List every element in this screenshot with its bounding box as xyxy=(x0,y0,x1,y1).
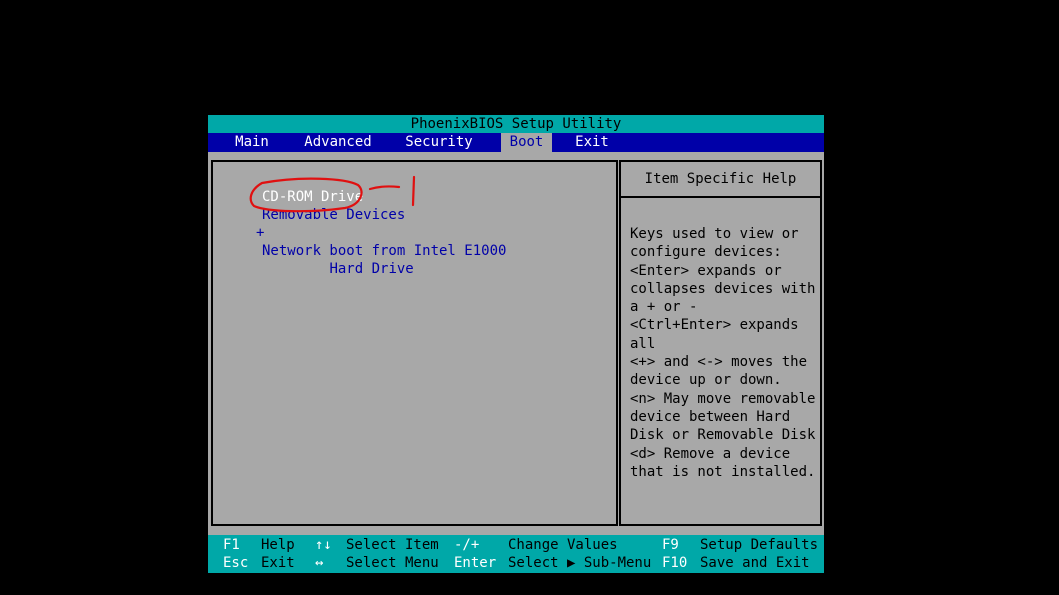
expand-marker: + xyxy=(256,225,265,241)
key-minus-plus: -/+ xyxy=(454,537,480,553)
hint-select-menu: Select Menu xyxy=(346,555,439,571)
help-panel: Item Specific Help Keys used to view or … xyxy=(619,160,822,526)
key-up-down: ↑↓ xyxy=(315,537,332,553)
boot-item-hard-drive[interactable]: + Hard Drive xyxy=(256,224,414,277)
hint-help: Help xyxy=(261,537,295,553)
hint-change-values: Change Values xyxy=(508,537,618,553)
tab-main[interactable]: Main xyxy=(230,133,274,152)
hint-save-and-exit: Save and Exit xyxy=(700,555,810,571)
tab-advanced[interactable]: Advanced xyxy=(301,133,375,152)
boot-item-hard-drive-label: Hard Drive xyxy=(329,261,414,277)
boot-order-panel: CD-ROM Drive Removable Devices + Hard Dr… xyxy=(211,160,618,526)
key-f10: F10 xyxy=(662,555,688,571)
boot-item-network[interactable]: Network boot from Intel E1000 xyxy=(262,242,506,260)
hint-select-item: Select Item xyxy=(346,537,439,553)
tab-exit[interactable]: Exit xyxy=(568,133,616,152)
help-text: Keys used to view or configure devices: … xyxy=(630,226,816,480)
key-enter: Enter xyxy=(454,555,497,571)
key-f1: F1 xyxy=(223,537,240,553)
status-bar: F1 Help ↑↓ Select Item -/+ Change Values… xyxy=(208,535,824,573)
hint-setup-defaults: Setup Defaults xyxy=(700,537,819,553)
tab-security[interactable]: Security xyxy=(401,133,477,152)
app-title: PhoenixBIOS Setup Utility xyxy=(208,115,824,133)
key-f9: F9 xyxy=(662,537,679,553)
tab-boot[interactable]: Boot xyxy=(501,133,552,152)
main-area: CD-ROM Drive Removable Devices + Hard Dr… xyxy=(208,152,824,533)
hint-exit: Exit xyxy=(261,555,295,571)
hint-select-submenu: Select ▶ Sub-Menu xyxy=(508,555,652,571)
boot-item-removable[interactable]: Removable Devices xyxy=(262,206,405,224)
key-left-right: ↔ xyxy=(315,555,324,571)
menu-bar: Main Advanced Security Boot Exit xyxy=(208,133,824,152)
boot-item-cdrom[interactable]: CD-ROM Drive xyxy=(262,188,363,206)
bios-setup-window: PhoenixBIOS Setup Utility Main Advanced … xyxy=(208,115,824,573)
help-title: Item Specific Help xyxy=(621,162,820,198)
key-esc: Esc xyxy=(223,555,249,571)
